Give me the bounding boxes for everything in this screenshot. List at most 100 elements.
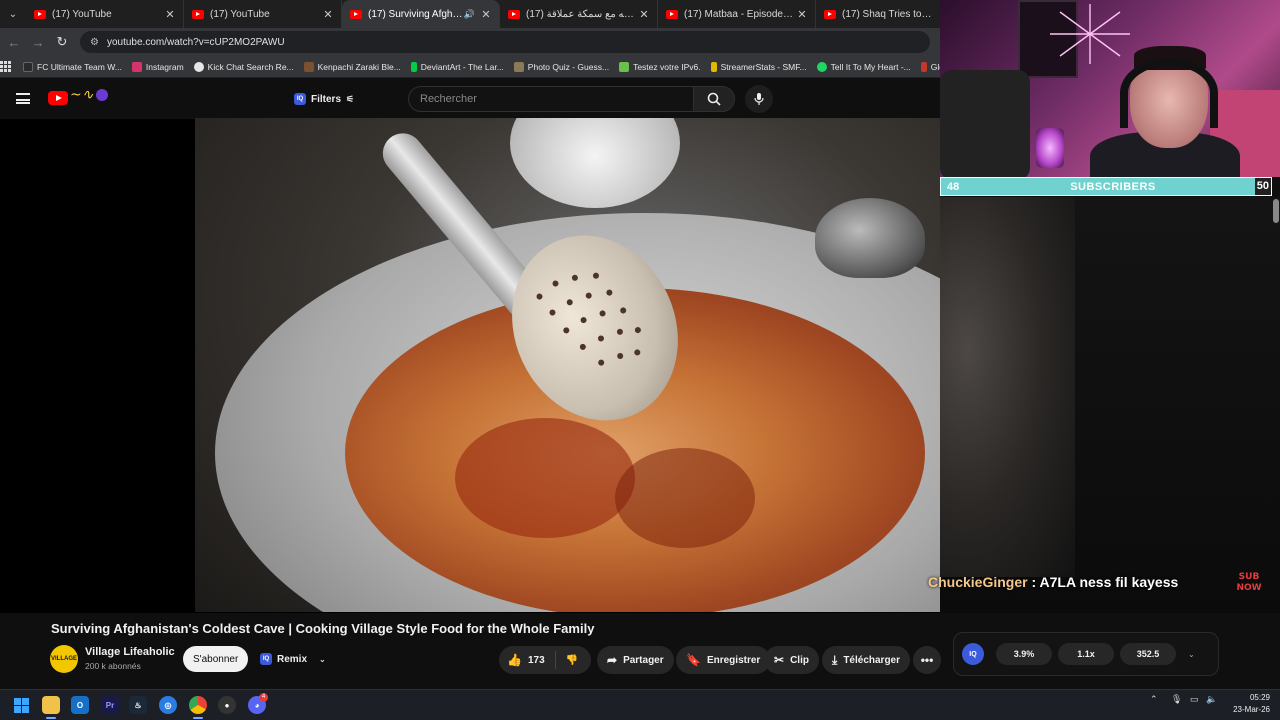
premiere-pro-icon[interactable]: Pr — [101, 696, 119, 714]
taskbar-clock[interactable]: 05:29 23-Mar-26 — [1222, 692, 1270, 716]
volume-icon[interactable]: 🔈 — [1206, 694, 1217, 705]
youtube-favicon-icon — [508, 9, 520, 19]
bookmark-favicon-icon — [23, 61, 33, 72]
webcam-overlay — [940, 0, 1280, 177]
webcam-lamp — [1036, 128, 1064, 168]
bookmark-item[interactable]: Instagram — [131, 61, 184, 72]
chevron-down-icon[interactable]: ⌄ — [1188, 650, 1195, 659]
display-icon[interactable]: ▭ — [1190, 694, 1199, 705]
back-arrow-icon[interactable]: ← — [2, 30, 26, 54]
stats-bars-icon — [710, 61, 717, 72]
instagram-icon — [131, 61, 142, 72]
video-frame-spoon — [510, 118, 680, 208]
more-actions-icon[interactable]: ••• — [913, 646, 941, 674]
scissors-icon: ✂ — [774, 653, 785, 667]
bookmark-item[interactable]: FC Ultimate Team W... — [23, 61, 122, 72]
youtube-favicon-icon — [34, 9, 46, 19]
scrollbar-thumb[interactable] — [1273, 199, 1279, 223]
share-button[interactable]: ➦ Partager — [597, 646, 674, 674]
bookmark-item[interactable]: Kick Chat Search Re... — [193, 61, 294, 72]
microphone-icon[interactable]: 🎙 — [1171, 694, 1182, 705]
video-player[interactable] — [195, 118, 940, 612]
close-tab-icon[interactable]: ✕ — [321, 8, 335, 21]
forward-arrow-icon[interactable]: → — [26, 30, 50, 54]
filters-button[interactable]: IQ Filters ⚟ — [286, 88, 362, 110]
chat-text: : A7LA ness fil kayess — [1031, 574, 1179, 590]
chrome-icon[interactable] — [189, 696, 207, 714]
dislike-button[interactable]: 👎 — [556, 655, 588, 666]
voice-search-button[interactable] — [745, 85, 773, 113]
thumbs-up-icon: 👍 — [507, 653, 522, 667]
browser-tab-3-active[interactable]: (17) Surviving Afghanistan'🔊 ✕ — [342, 0, 500, 28]
download-button[interactable]: ⤓ Télécharger — [822, 646, 911, 674]
close-tab-icon[interactable]: ✕ — [637, 8, 651, 21]
bookmark-item[interactable]: DeviantArt - The Lar... — [410, 61, 504, 72]
video-side-area — [940, 197, 1280, 613]
browser-tab-bar: ⌄ (17) YouTube ✕ (17) YouTube ✕ (17) Survi… — [0, 0, 940, 28]
reload-icon[interactable]: ↻ — [50, 30, 74, 54]
browser-toolbar: ← → ↻ ⚙ youtube.com/watch?v=cUP2MO2PAWU — [0, 28, 940, 56]
save-button[interactable]: 🔖 Enregistrer — [676, 646, 771, 674]
filters-label: Filters — [311, 93, 342, 105]
address-bar[interactable]: ⚙ youtube.com/watch?v=cUP2MO2PAWU — [80, 31, 930, 53]
tab-label: (17) Matbaa - Episode 1 | 1 ل ﻘﺔ — [684, 8, 795, 20]
clip-button[interactable]: ✂ Clip — [764, 646, 819, 674]
remix-button[interactable]: IQ Remix ⌄ — [256, 646, 335, 672]
bookmarks-bar: FC Ultimate Team W... Instagram Kick Cha… — [0, 56, 940, 78]
file-explorer-icon[interactable] — [42, 696, 60, 714]
search-button[interactable] — [693, 86, 735, 112]
bookmark-item[interactable]: Globa — [920, 61, 940, 72]
speaker-icon[interactable]: 🔊 — [464, 9, 475, 20]
browser-tab-5[interactable]: (17) Matbaa - Episode 1 | 1 ل ﻘﺔ✕ — [658, 0, 816, 28]
thumbs-down-icon: 👎 — [565, 654, 579, 666]
outlook-icon[interactable]: O — [71, 696, 89, 714]
youtube-doodle-logo[interactable]: ~∿ — [70, 87, 110, 109]
video-title: Surviving Afghanistan's Coldest Cave | C… — [51, 621, 595, 636]
bookmark-item[interactable]: Photo Quiz - Guess... — [513, 61, 609, 72]
close-tab-icon[interactable]: ✕ — [163, 8, 177, 21]
steam-icon[interactable]: ♨ — [129, 696, 147, 714]
webcam-chair — [940, 70, 1030, 177]
site-info-icon[interactable]: ⚙ — [90, 37, 99, 48]
bookmark-label: DeviantArt - The Lar... — [420, 61, 504, 72]
windows-start-icon[interactable] — [12, 696, 30, 714]
tab-search-button[interactable]: ⌄ — [0, 0, 26, 28]
tab-label: كنت وحه لوحه مع سمكة عملاقة (17) — [526, 8, 637, 20]
bookmark-favicon-icon — [513, 61, 524, 72]
stat-engagement: 3.9% — [996, 643, 1052, 665]
neon-star-light — [1050, 4, 1130, 64]
tab-label: (17) YouTube — [52, 8, 112, 20]
iq-extension-panel: IQ 3.9% 1.1x 352.5 ⌄ — [953, 632, 1219, 676]
bookmark-item[interactable]: Kenpachi Zaraki Ble... — [303, 61, 401, 72]
youtube-favicon-icon — [666, 9, 678, 19]
bookmark-item[interactable]: Tell It To My Heart -... — [816, 61, 911, 72]
channel-avatar[interactable]: VILLAGE — [50, 645, 78, 673]
youtube-logo-icon[interactable] — [48, 91, 68, 105]
chat-message: ChuckieGinger : A7LA ness fil kayess — [928, 574, 1178, 596]
remix-label: Remix — [277, 653, 308, 665]
app-icon[interactable]: ◎ — [159, 696, 177, 714]
apps-grid-icon[interactable] — [0, 61, 11, 72]
browser-tab-4[interactable]: كنت وحه لوحه مع سمكة عملاقة (17)✕ — [500, 0, 658, 28]
browser-tab-1[interactable]: (17) YouTube ✕ — [26, 0, 184, 28]
youtube-favicon-icon — [192, 9, 204, 19]
chevron-down-icon[interactable]: ⌄ — [319, 655, 326, 664]
channel-subscriber-count: 200 k abonnés — [85, 661, 141, 671]
bookmark-item[interactable]: StreamerStats - SMF... — [710, 61, 807, 72]
browser-tab-2[interactable]: (17) YouTube ✕ — [184, 0, 342, 28]
close-tab-icon[interactable]: ✕ — [479, 8, 493, 21]
close-tab-icon[interactable]: ✕ — [795, 8, 809, 21]
tray-chevron-icon[interactable]: ⌃ — [1150, 694, 1158, 705]
channel-name[interactable]: Village Lifeaholic — [85, 646, 175, 658]
bookmark-label: Globa — [930, 61, 940, 72]
browser-tab-6[interactable]: (17) Shaq Tries to Not Make — [816, 0, 940, 28]
iq-logo[interactable]: IQ — [962, 643, 984, 665]
bookmark-label: Kenpachi Zaraki Ble... — [317, 61, 401, 72]
obs-icon[interactable]: ● — [218, 696, 236, 714]
search-input[interactable]: Rechercher — [408, 86, 694, 112]
bookmark-item[interactable]: Testez votre IPv6. — [619, 61, 701, 72]
like-button[interactable]: 👍 173 — [499, 651, 556, 669]
subscribe-button[interactable]: S'abonner — [183, 646, 249, 672]
bookmark-favicon-icon — [303, 61, 314, 72]
menu-icon[interactable] — [16, 93, 30, 104]
